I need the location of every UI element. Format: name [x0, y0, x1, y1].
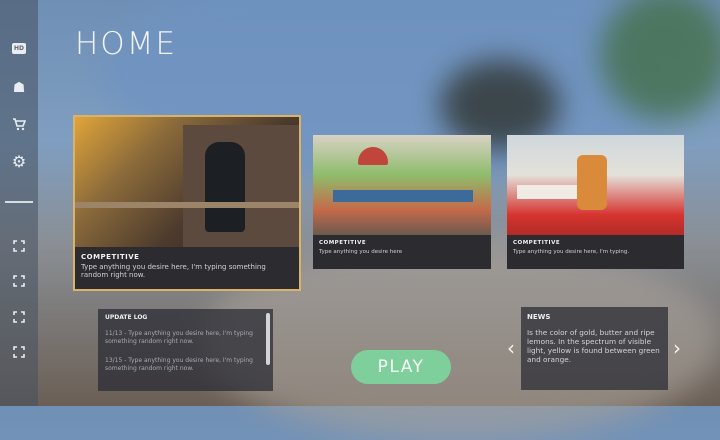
expand-icon[interactable]: [9, 271, 29, 291]
thumbnail-table: [517, 185, 577, 199]
hd-icon[interactable]: HD: [9, 38, 29, 58]
sidebar-divider: [5, 201, 33, 203]
expand-icon[interactable]: [9, 307, 29, 327]
sidebar: HD ☗ ⚙: [0, 0, 38, 406]
card-tag: COMPETITIVE: [319, 240, 367, 246]
gear-glyph: ⚙: [11, 152, 27, 171]
page-title: HOME: [75, 26, 178, 62]
update-log-entry: 13/15 - Type anything you desire here, I…: [105, 357, 253, 372]
news-body: Is the color of gold, butter and ripe le…: [527, 328, 660, 365]
game-card[interactable]: COMPETITIVE Type anything you desire her…: [313, 135, 491, 269]
thumbnail-lamp: [358, 147, 388, 165]
card-thumbnail: [507, 135, 684, 235]
expand-svg-1: [13, 240, 25, 252]
expand-svg-2: [13, 275, 25, 287]
play-button[interactable]: PLAY: [351, 350, 451, 384]
expand-icon[interactable]: [9, 342, 29, 362]
shop-cart-icon[interactable]: [9, 114, 29, 134]
thumbnail-table: [333, 190, 473, 202]
card-description: Type anything you desire here, I'm typin…: [513, 249, 630, 255]
update-log-entry: 11/13 - Type anything you desire here, I…: [105, 330, 253, 345]
thumbnail-rail: [75, 202, 299, 208]
cart-svg: [13, 118, 26, 131]
card-description: Type anything you desire here: [319, 249, 403, 255]
thumbnail-character: [205, 142, 245, 232]
featured-thumbnail: [75, 117, 299, 247]
update-log-title: UPDATE LOG: [105, 314, 148, 321]
news-prev-arrow[interactable]: ‹: [507, 336, 515, 360]
featured-game-card[interactable]: COMPETITIVE Type anything you desire her…: [73, 115, 301, 291]
card-description: Type anything you desire here, I'm typin…: [81, 263, 266, 280]
card-tag: COMPETITIVE: [513, 240, 561, 246]
avatar-icon[interactable]: ☗: [9, 78, 29, 98]
news-next-arrow[interactable]: ›: [673, 336, 681, 360]
thumbnail-character: [577, 155, 607, 210]
game-card[interactable]: COMPETITIVE Type anything you desire her…: [507, 135, 684, 269]
expand-svg-4: [13, 346, 25, 358]
expand-svg-3: [13, 311, 25, 323]
update-log-scrollbar[interactable]: [266, 313, 270, 365]
expand-icon[interactable]: [9, 236, 29, 256]
card-thumbnail: [313, 135, 491, 235]
settings-gear-icon[interactable]: ⚙: [9, 152, 29, 172]
avatar-glyph: ☗: [12, 80, 26, 96]
update-log-panel[interactable]: UPDATE LOG 11/13 - Type anything you des…: [98, 309, 273, 391]
card-tag: COMPETITIVE: [81, 253, 140, 261]
news-title: NEWS: [527, 313, 551, 321]
news-panel: NEWS Is the color of gold, butter and ri…: [521, 307, 668, 390]
